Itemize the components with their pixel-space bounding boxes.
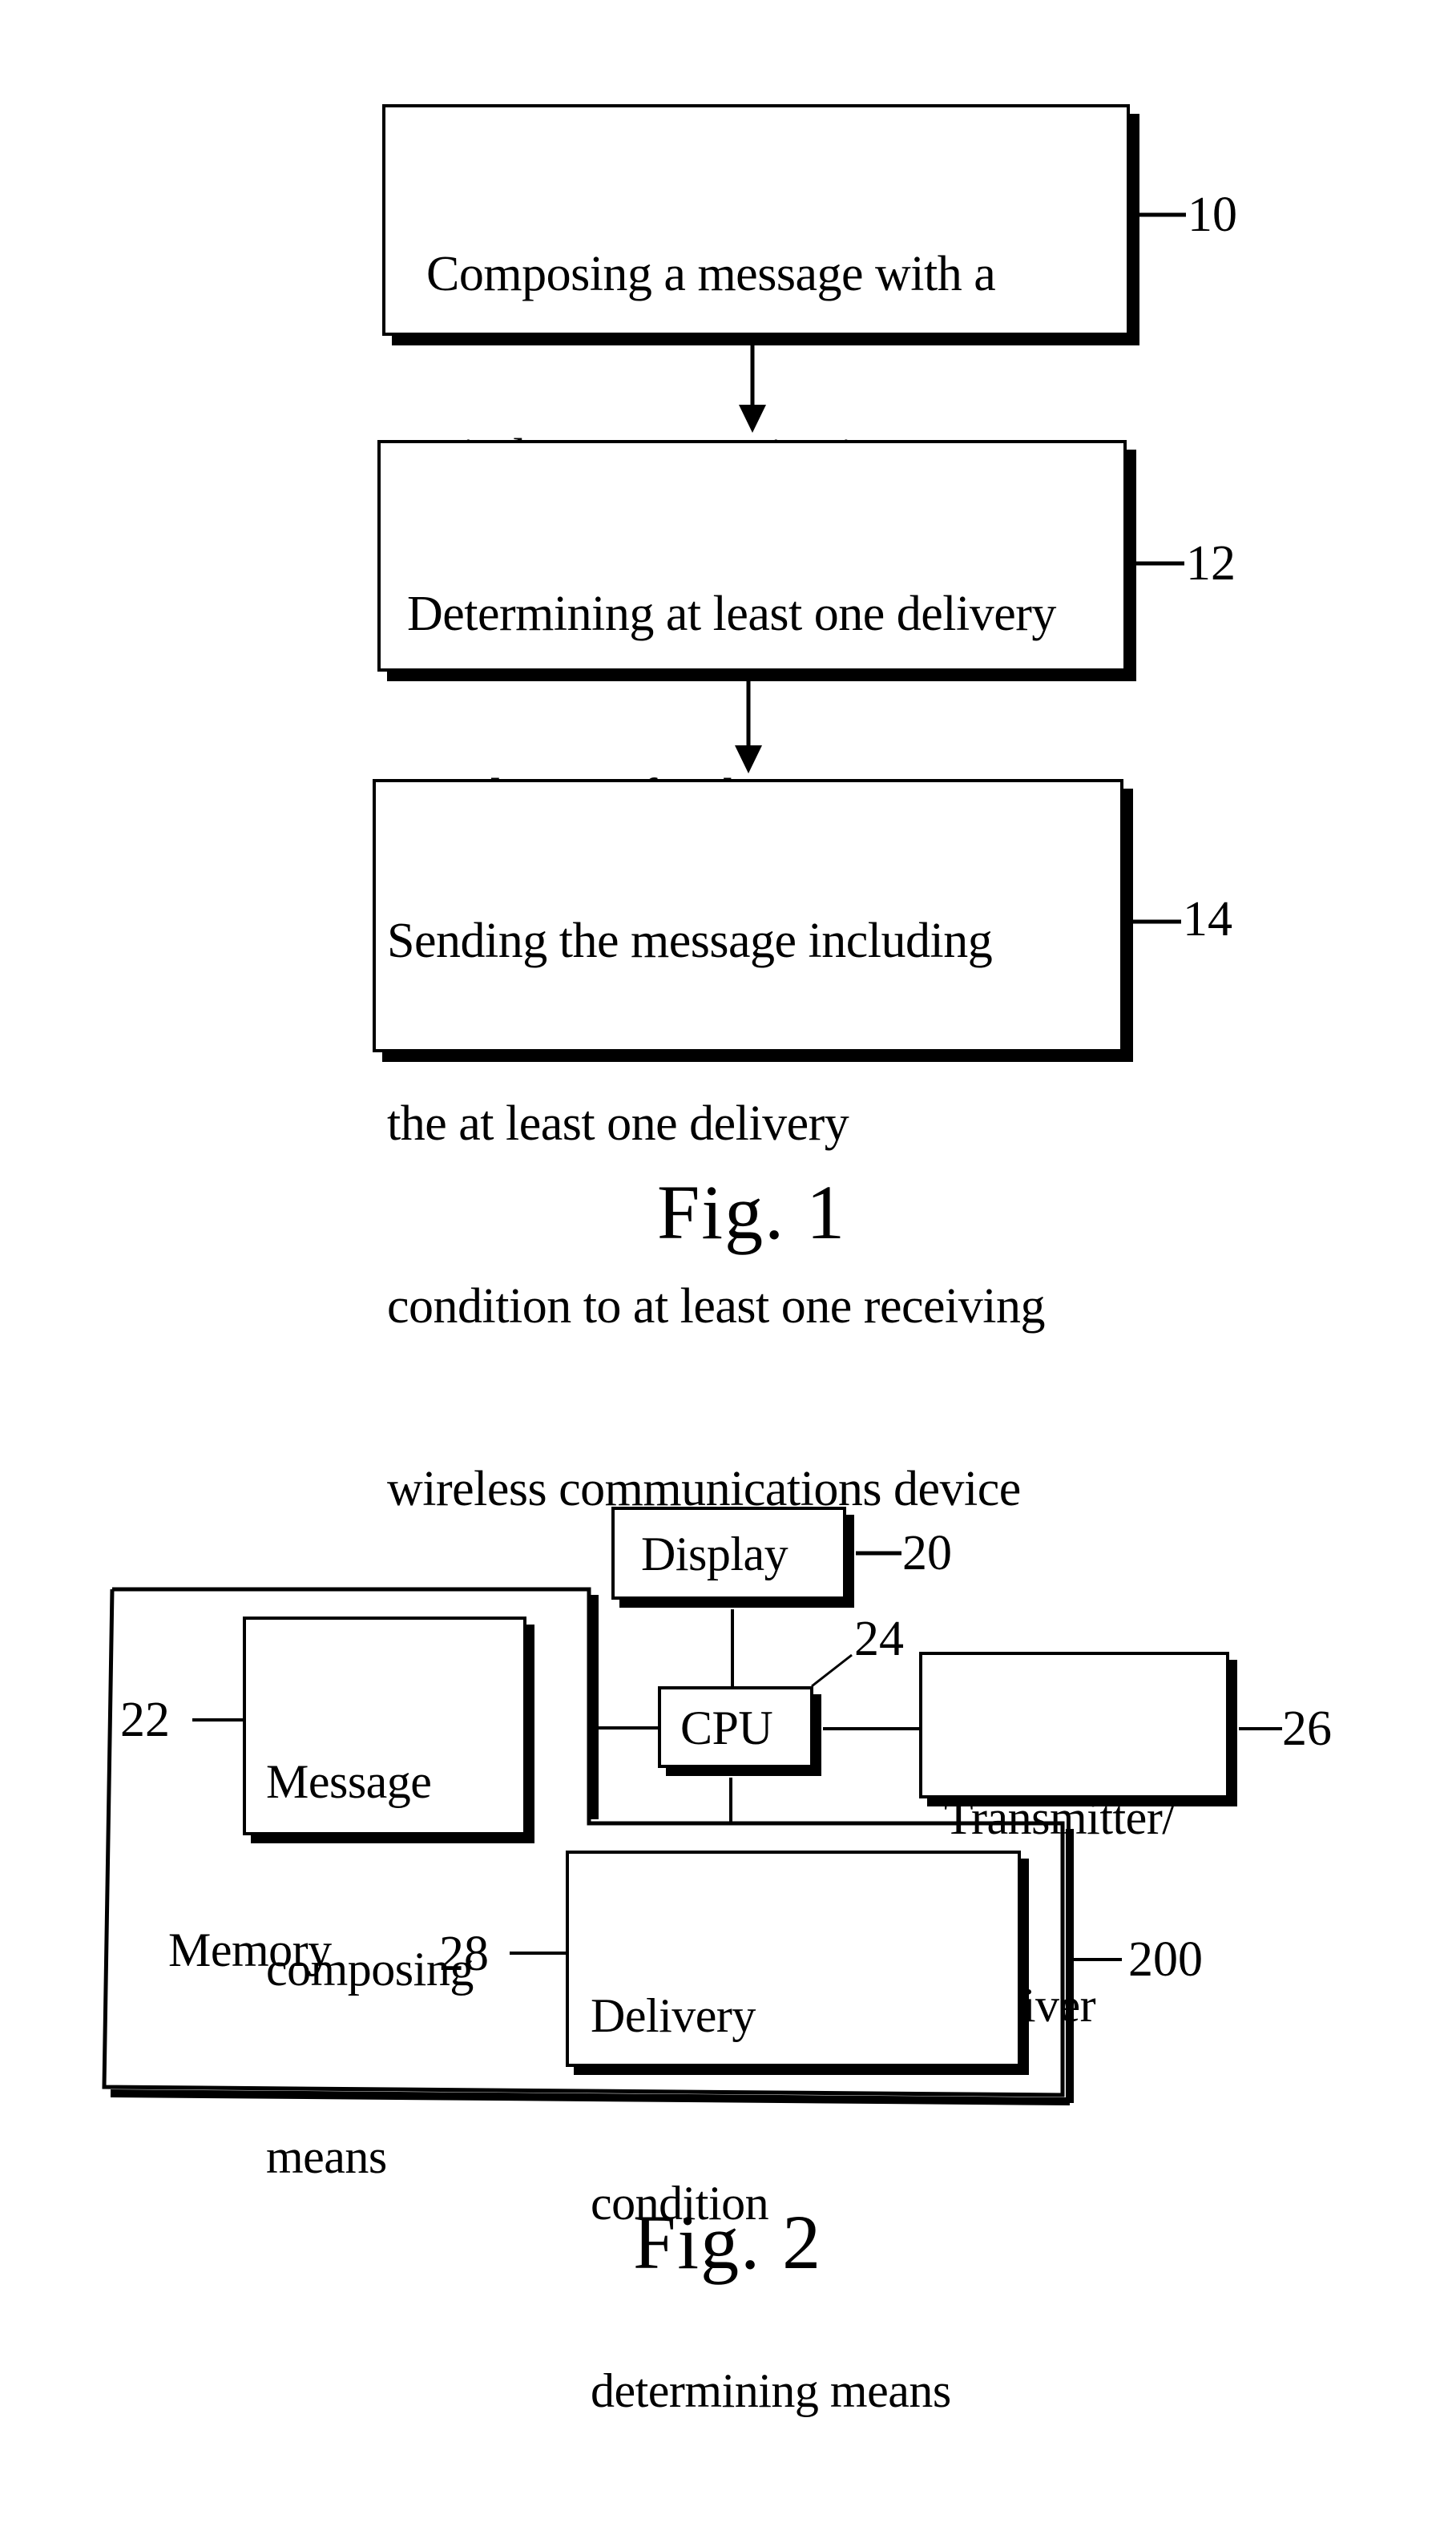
ref-label-10: 10 [1188, 188, 1237, 242]
memory-label: Memory [168, 1923, 332, 1976]
step-14-line-3: condition to at least one receiving [387, 1279, 1045, 1334]
cpu-label: CPU [680, 1701, 773, 1754]
ref-label-14: 14 [1183, 892, 1232, 947]
ref-label-200: 200 [1128, 1932, 1203, 1987]
ref-label-22: 22 [120, 1693, 170, 1747]
ref-label-28: 28 [439, 1927, 489, 1981]
step-12-line-1: Determining at least one delivery [407, 587, 1056, 641]
ref-label-24: 24 [854, 1612, 904, 1666]
figure-1-caption: Fig. 1 [657, 1169, 847, 1255]
delivery-condition-line-1: Delivery [591, 1989, 756, 2042]
figure-2-caption: Fig. 2 [633, 2199, 823, 2285]
ref-label-26: 26 [1282, 1701, 1332, 1756]
step-10-line-1: Composing a message with a [426, 247, 996, 301]
ref-label-20: 20 [902, 1526, 952, 1580]
delivery-condition-line-3: determining means [591, 2364, 951, 2417]
ref-label-12: 12 [1186, 536, 1236, 591]
message-composing-line-1: Message [266, 1755, 432, 1808]
leader-24 [811, 1653, 853, 1688]
message-composing-line-3: means [266, 2130, 387, 2183]
step-14-line-1: Sending the message including [387, 914, 993, 968]
transceiver-line-1: Transmitter/ [944, 1791, 1176, 1844]
step-14-line-2: the at least one delivery [387, 1096, 849, 1151]
display-label: Display [641, 1528, 788, 1580]
